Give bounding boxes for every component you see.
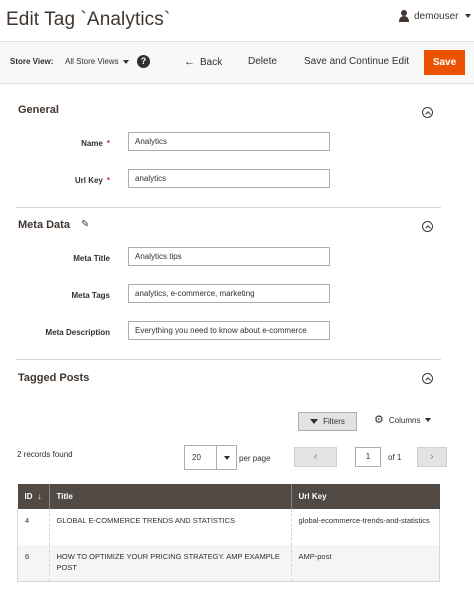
meta-title-field[interactable]: Analytics tips [128, 247, 330, 266]
page-total: of 1 [388, 453, 402, 462]
columns-button[interactable]: ⚙ Columns [374, 414, 432, 426]
collapse-icon[interactable] [422, 373, 433, 384]
meta-tags-field[interactable]: analytics, e-commerce, marketing [128, 284, 330, 303]
meta-tags-label: Meta Tags [71, 291, 110, 300]
columns-label: Columns [388, 415, 421, 425]
user-menu[interactable]: demouser [398, 10, 472, 22]
column-header-id[interactable]: ID ↓ [17, 484, 50, 509]
required-mark: * [106, 176, 110, 185]
required-mark: * [106, 139, 110, 148]
save-and-continue-button[interactable]: Save and Continue Edit [304, 56, 409, 67]
section-title-meta[interactable]: Meta Data [18, 219, 70, 231]
name-label: Name * [81, 139, 110, 148]
store-view-label: Store View: [10, 57, 54, 66]
save-button[interactable]: Save [424, 50, 465, 75]
cell-url-key: AMP-post [291, 545, 440, 581]
table-row[interactable]: 6 HOW TO OPTIMIZE YOUR PRICING STRATEGY.… [17, 545, 440, 581]
column-header-url-key[interactable]: Url Key [291, 484, 440, 509]
store-view-switcher[interactable]: All Store Views [65, 57, 129, 66]
user-name: demouser [414, 10, 459, 22]
section-divider [16, 207, 441, 208]
section-title-tagged-posts[interactable]: Tagged Posts [18, 372, 89, 384]
name-field[interactable]: Analytics [128, 132, 330, 151]
meta-description-label: Meta Description [45, 328, 110, 337]
chevron-down-icon [425, 418, 432, 422]
filters-button[interactable]: Filters [298, 412, 357, 431]
page-number-input[interactable]: 1 [355, 447, 381, 467]
back-button[interactable]: ← Back [184, 56, 222, 68]
page-title: Edit Tag `Analytics` [6, 9, 171, 30]
tagged-posts-table: ID ↓ Title Url Key 4 GLOBAL E-COMMERCE TR… [17, 484, 440, 582]
cell-id: 4 [17, 509, 50, 545]
per-page-divider [216, 445, 217, 470]
funnel-icon [310, 419, 319, 424]
column-header-title[interactable]: Title [49, 484, 292, 509]
chevron-down-icon [122, 59, 129, 64]
help-icon[interactable]: ? [137, 55, 150, 68]
records-count: 2 records found [17, 450, 73, 459]
table-row[interactable]: 4 GLOBAL E-COMMERCE TRENDS AND STATISTIC… [17, 509, 440, 545]
urlkey-label: Url Key * [74, 176, 110, 185]
gear-icon: ⚙ [374, 414, 384, 426]
sort-arrow-icon: ↓ [37, 492, 42, 501]
collapse-icon[interactable] [422, 221, 433, 232]
cell-title: GLOBAL E-COMMERCE TRENDS AND STATISTICS [49, 509, 292, 545]
back-label: Back [200, 56, 223, 68]
table-header-row: ID ↓ Title Url Key [17, 484, 440, 509]
cell-id: 6 [17, 545, 50, 581]
section-title-general[interactable]: General [18, 104, 59, 116]
store-view-value: All Store Views [65, 57, 119, 66]
cell-title: HOW TO OPTIMIZE YOUR PRICING STRATEGY. A… [49, 545, 292, 581]
urlkey-field[interactable]: analytics [128, 169, 330, 188]
chevron-down-icon [465, 14, 472, 18]
filters-label: Filters [323, 417, 345, 426]
chevron-down-icon[interactable] [224, 456, 230, 460]
next-page-button[interactable]: › [417, 447, 447, 467]
meta-description-field[interactable]: Everything you need to know about e-comm… [128, 321, 330, 340]
section-divider [16, 359, 441, 360]
cell-url-key: global-ecommerce-trends-and-statistics [291, 509, 440, 545]
pencil-icon[interactable]: ✎ [81, 219, 89, 230]
arrow-left-icon: ← [184, 56, 195, 68]
meta-title-label: Meta Title [73, 254, 110, 263]
per-page-value: 20 [192, 453, 201, 462]
per-page-label: per page [239, 454, 271, 463]
delete-button[interactable]: Delete [248, 56, 277, 67]
user-icon [398, 10, 410, 22]
prev-page-button[interactable]: ‹ [294, 447, 337, 467]
collapse-icon[interactable] [422, 107, 433, 118]
